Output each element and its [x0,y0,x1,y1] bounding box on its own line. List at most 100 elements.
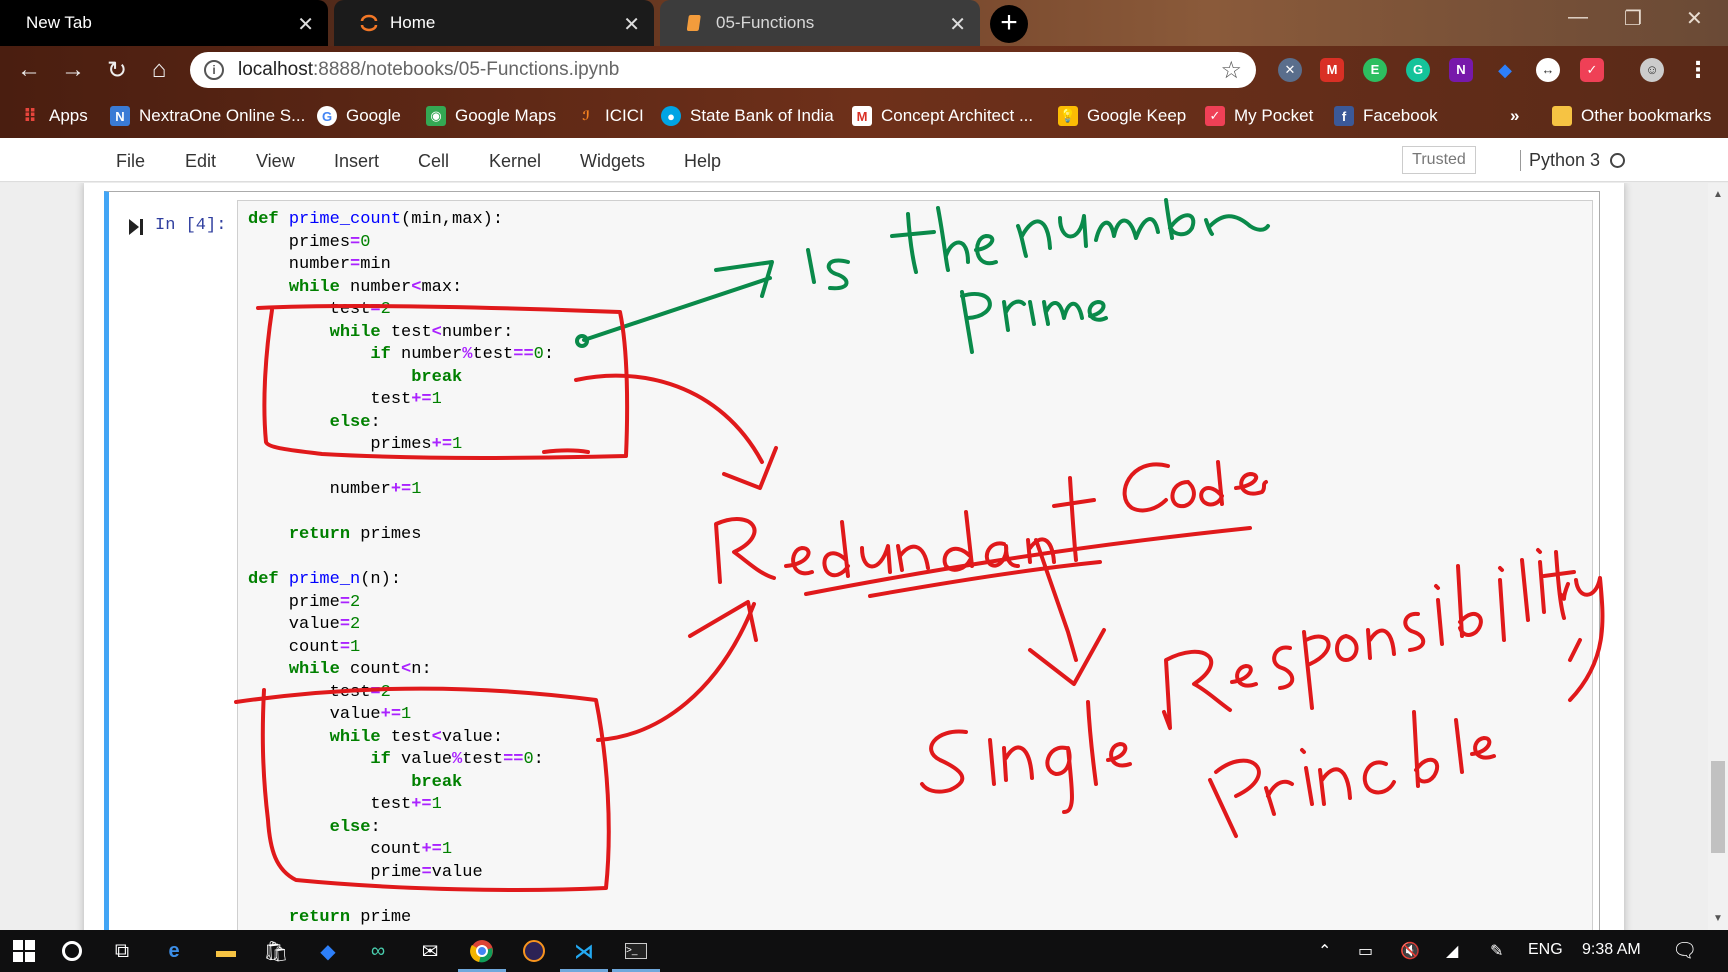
menu-file[interactable]: File [116,151,145,172]
bookmark-sbi[interactable]: ● State Bank of India [661,104,834,128]
gmail-icon: M [852,106,872,126]
bookmark-concept-architect[interactable]: M Concept Architect ... [852,104,1033,128]
code-editor[interactable]: def prime_count(min,max): primes=0 numbe… [237,200,1593,930]
info-icon[interactable]: i [204,60,224,80]
cell-prompt: In [4]: [155,216,227,235]
bookmarks-overflow-button[interactable]: » [1510,104,1519,128]
chrome-icon[interactable] [458,937,506,972]
task-view-icon[interactable]: ⧉ [108,937,136,965]
language-indicator[interactable]: ENG [1528,941,1563,959]
restore-icon[interactable]: ❐ [1624,6,1642,31]
menu-edit[interactable]: Edit [185,151,216,172]
terminal-icon[interactable]: >_ [612,937,660,972]
kernel-name[interactable]: Python 3 [1520,150,1600,171]
pocket-ext-icon[interactable]: ✓ [1580,58,1604,82]
bookmark-google[interactable]: G Google [317,104,401,128]
extension-2-icon[interactable]: ↔ [1536,58,1560,82]
bookmark-star-icon[interactable]: ☆ [1220,56,1242,85]
wifi-icon[interactable]: ◢ [1446,941,1458,961]
grammarly-icon[interactable]: G [1406,58,1430,82]
scroll-down-icon[interactable]: ▼ [1713,913,1723,924]
notebook-container: In [4]: def prime_count(min,max): primes… [84,183,1624,930]
eclipse-icon[interactable] [520,937,548,965]
profile-avatar[interactable]: ☺ [1640,58,1664,82]
dropbox-taskbar-icon[interactable]: ◆ [314,937,342,965]
menu-cell[interactable]: Cell [418,151,449,172]
evernote-icon[interactable]: E [1363,58,1387,82]
new-tab-button[interactable]: + [990,5,1028,43]
close-tab-icon[interactable]: ✕ [297,12,314,37]
run-cell-icon[interactable] [129,219,143,235]
code-cell[interactable]: In [4]: def prime_count(min,max): primes… [104,191,1600,930]
jupyter-menubar: File Edit View Insert Cell Kernel Widget… [0,138,1728,182]
address-bar[interactable]: i localhost:8888/notebooks/05-Functions.… [190,52,1256,88]
minimize-icon[interactable]: — [1568,6,1588,29]
bookmark-icici[interactable]: ℐ ICICI [576,104,644,128]
bookmark-other-bookmarks[interactable]: Other bookmarks [1552,104,1711,128]
menu-insert[interactable]: Insert [334,151,379,172]
google-icon: G [317,106,337,126]
code-text: def prime_count(min,max): primes=0 numbe… [248,210,555,927]
google-maps-icon: ◉ [426,106,446,126]
tab-title: 05-Functions [716,13,815,32]
bookmark-apps[interactable]: ⠿ Apps [20,104,88,128]
apps-grid-icon: ⠿ [22,105,38,126]
onenote-icon[interactable]: N [1449,58,1473,82]
back-icon[interactable]: ← [14,56,44,84]
battery-icon[interactable]: ▭ [1358,941,1373,961]
tab-05-functions[interactable]: 05-Functions ✕ [660,0,980,46]
forward-icon[interactable]: → [58,56,88,84]
file-explorer-icon[interactable]: ▬ [212,937,240,965]
tab-new-tab[interactable]: New Tab ✕ [0,0,328,46]
tab-home[interactable]: Home ✕ [334,0,654,46]
vertical-scrollbar[interactable]: ▲ ▼ [1708,183,1728,930]
icici-icon: ℐ [582,108,590,123]
screen: New Tab ✕ Home ✕ 05-Functions ✕ + — ❐ ✕ … [0,0,1728,972]
cortana-icon[interactable] [58,937,86,965]
clock[interactable]: 9:38 AM [1582,941,1641,959]
vscode-icon[interactable]: ⋊ [560,937,608,972]
tab-title: New Tab [26,13,92,32]
home-icon[interactable]: ⌂ [144,56,174,84]
bookmark-my-pocket[interactable]: ✓ My Pocket [1205,104,1313,128]
menu-widgets[interactable]: Widgets [580,151,645,172]
bookmark-google-maps[interactable]: ◉ Google Maps [426,104,556,128]
gmail-checker-icon[interactable]: M [1320,58,1344,82]
google-keep-icon: 💡 [1058,106,1078,126]
menu-help[interactable]: Help [684,151,721,172]
url-path: :8888/notebooks/05-Functions.ipynb [313,59,620,80]
close-tab-icon[interactable]: ✕ [623,12,640,37]
menu-kebab-icon[interactable]: ⋮ [1686,58,1710,82]
close-tab-icon[interactable]: ✕ [949,12,966,37]
url-host: localhost [238,59,313,80]
close-window-icon[interactable]: ✕ [1686,6,1703,31]
menu-view[interactable]: View [256,151,295,172]
mail-icon[interactable]: ✉ [416,937,444,965]
extension-icon[interactable]: ✕ [1278,58,1302,82]
jupyter-icon [360,14,378,32]
arduino-icon[interactable]: ∞ [364,937,392,965]
facebook-icon: f [1334,106,1354,126]
volume-muted-icon[interactable]: 🔇 [1400,941,1420,961]
action-center-icon[interactable]: 🗨 [1672,938,1697,963]
folder-icon [1552,106,1572,126]
bookmark-google-keep[interactable]: 💡 Google Keep [1058,104,1186,128]
nextraone-icon: N [110,106,130,126]
scroll-thumb[interactable] [1711,761,1725,853]
reload-icon[interactable]: ↻ [102,56,132,85]
dropbox-icon[interactable]: ◆ [1493,58,1517,82]
edge-icon[interactable]: e [160,937,188,965]
menu-kernel[interactable]: Kernel [489,151,541,172]
notebook-area: In [4]: def prime_count(min,max): primes… [0,183,1728,930]
windows-start-icon[interactable] [10,937,38,965]
bookmark-facebook[interactable]: f Facebook [1334,104,1438,128]
scroll-up-icon[interactable]: ▲ [1713,189,1723,200]
tray-chevron-icon[interactable]: ⌃ [1318,941,1331,961]
tab-title: Home [390,13,436,32]
bookmark-nextraone[interactable]: N NextraOne Online S... [110,104,305,128]
store-icon[interactable]: 🛍 [262,937,290,965]
pen-icon[interactable]: ✎ [1490,941,1503,961]
kernel-status-icon [1610,153,1625,168]
trusted-indicator[interactable]: Trusted [1402,146,1476,174]
sbi-icon: ● [661,106,681,126]
